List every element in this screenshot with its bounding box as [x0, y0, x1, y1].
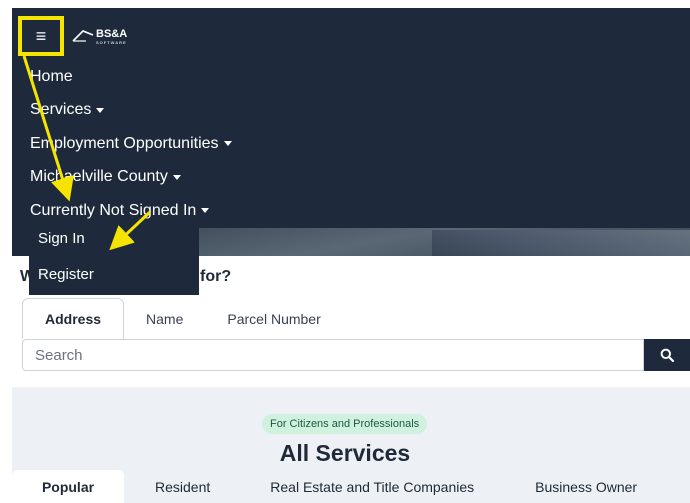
- register-link[interactable]: Register: [38, 266, 94, 283]
- search-heading-end: for?: [200, 268, 232, 285]
- nav-item-label: Services: [30, 101, 92, 119]
- search-tabs: Address Name Parcel Number: [22, 298, 343, 339]
- nav-item-label: Currently Not Signed In: [30, 201, 197, 219]
- caret-down-icon: [201, 208, 210, 214]
- tab-business-owner[interactable]: Business Owner: [535, 470, 637, 503]
- logo-text: BS&A: [96, 27, 128, 40]
- nav-item-label: Employment Opportunities: [30, 134, 219, 152]
- services-tabs: Popular Resident Real Estate and Title C…: [12, 470, 637, 503]
- navbar: ≡ BS&A SOFTWARE Home Services Employment…: [12, 8, 690, 228]
- brand-row: ≡ BS&A SOFTWARE: [18, 16, 127, 56]
- caret-down-icon: [223, 141, 232, 147]
- nav-item-account[interactable]: Currently Not Signed In: [30, 194, 232, 228]
- logo-subtext: SOFTWARE: [96, 39, 127, 45]
- hamburger-menu-icon: ≡: [35, 26, 47, 46]
- tab-resident[interactable]: Resident: [155, 470, 210, 503]
- hero-roof-shape: [432, 230, 690, 256]
- search-button[interactable]: [644, 339, 690, 371]
- nav-item-home[interactable]: Home: [30, 60, 232, 94]
- tab-popular[interactable]: Popular: [12, 470, 124, 503]
- nav-item-services[interactable]: Services: [30, 94, 232, 128]
- search-heading-start: W: [20, 268, 36, 285]
- caret-down-icon: [96, 107, 105, 113]
- tab-address[interactable]: Address: [22, 298, 125, 339]
- account-dropdown: Sign In Register: [29, 226, 199, 295]
- tab-name[interactable]: Name: [124, 298, 205, 339]
- audience-badge: For Citizens and Professionals: [262, 414, 428, 434]
- tab-parcel-number[interactable]: Parcel Number: [205, 298, 342, 339]
- nav-item-county[interactable]: Michaelville County: [30, 161, 232, 195]
- caret-down-icon: [172, 174, 181, 180]
- search-icon: [660, 348, 674, 362]
- house-logo-icon: [72, 30, 94, 42]
- search-input[interactable]: Search: [22, 339, 644, 371]
- nav-item-employment[interactable]: Employment Opportunities: [30, 127, 232, 161]
- tab-real-estate[interactable]: Real Estate and Title Companies: [270, 470, 474, 503]
- nav-menu: Home Services Employment Opportunities M…: [30, 60, 232, 228]
- search-placeholder: Search: [35, 346, 83, 364]
- nav-item-label: Home: [30, 67, 73, 85]
- nav-item-label: Michaelville County: [30, 168, 168, 186]
- sign-in-link[interactable]: Sign In: [38, 230, 85, 247]
- services-title: All Services: [279, 440, 411, 466]
- brand-logo[interactable]: BS&A SOFTWARE: [72, 28, 127, 45]
- menu-toggle-button[interactable]: ≡: [18, 16, 64, 56]
